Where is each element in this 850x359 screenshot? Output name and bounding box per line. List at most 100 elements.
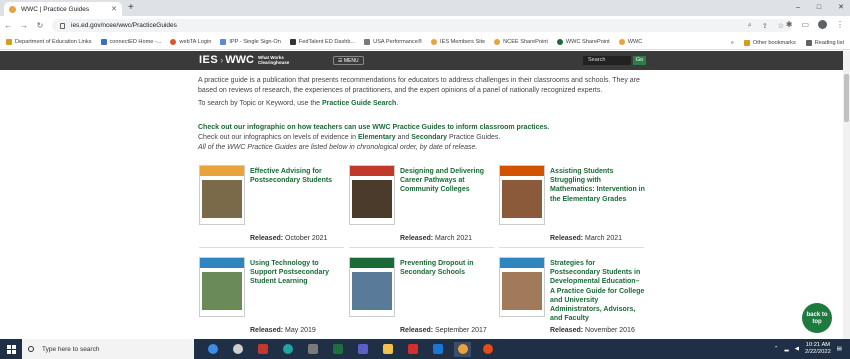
bookmark-item[interactable]: webTA Login xyxy=(170,39,211,45)
reload-icon[interactable]: ↻ xyxy=(32,21,48,30)
bookmarks-overflow-icon[interactable]: » xyxy=(731,40,734,46)
reading-list-label: Reading list xyxy=(814,39,844,46)
forward-icon[interactable]: → xyxy=(16,21,32,30)
volume-icon[interactable]: ◀ xyxy=(795,346,799,352)
share-icon[interactable]: ⇪ xyxy=(762,22,768,30)
bookmark-label: FedTalent ED Dashb... xyxy=(298,39,356,45)
close-window-button[interactable]: ✕ xyxy=(838,2,844,14)
released-label: Released: xyxy=(400,235,434,242)
clock[interactable]: 10:21 AM 2/22/2022 xyxy=(805,342,831,356)
notifications-icon[interactable]: ▤ xyxy=(837,346,842,352)
bookmark-label: WWC SharePoint xyxy=(565,39,610,45)
guide-title-link[interactable]: Preventing Dropout in Secondary Schools xyxy=(400,259,495,277)
guide-title-link[interactable]: Assisting Students Struggling with Mathe… xyxy=(550,167,645,204)
calculator-icon[interactable] xyxy=(304,342,321,357)
infographic-link[interactable]: Check out our infographic on how teacher… xyxy=(198,124,549,131)
guide-release: Released: September 2017 xyxy=(400,327,487,334)
guide-cover-image[interactable] xyxy=(499,257,545,317)
bookmark-item[interactable]: IPP - Single Sign-On xyxy=(220,39,281,45)
reading-list[interactable]: Reading list xyxy=(805,39,844,46)
released-label: Released: xyxy=(550,327,584,334)
bookmark-item[interactable]: WWC xyxy=(618,39,643,45)
zoom-icon[interactable]: ⌕ xyxy=(748,22,752,30)
bookmark-item[interactable]: connectED Home -... xyxy=(100,39,161,45)
search-icon xyxy=(28,346,34,352)
chronological-note: All of the WWC Practice Guides are liste… xyxy=(198,143,478,151)
release-date: May 2019 xyxy=(285,327,316,334)
bookmark-item[interactable]: Department of Education Links xyxy=(6,39,92,45)
bookmark-star-icon[interactable]: ☆ xyxy=(778,22,784,30)
tab-strip: WWC | Practice Guides ✕ + – □ ✕ xyxy=(0,0,850,16)
folder-icon[interactable] xyxy=(379,342,396,357)
bookmark-item[interactable]: NCEE SharePoint xyxy=(494,39,548,45)
guide-cover-image[interactable] xyxy=(199,165,245,225)
guide-title-link[interactable]: Strategies for Postsecondary Students in… xyxy=(550,259,645,323)
guide-title-link[interactable]: Designing and Delivering Career Pathways… xyxy=(400,167,495,195)
guide-release: Released: March 2021 xyxy=(400,235,472,242)
practice-guide-search-link[interactable]: Practice Guide Search xyxy=(322,100,396,107)
bookmark-item[interactable]: IES Members Site xyxy=(431,39,485,45)
ies-wwc-logo[interactable]: IES › WWC What Works Clearinghouse xyxy=(199,54,296,66)
scrollbar-thumb[interactable] xyxy=(844,74,849,122)
chrome-icon[interactable] xyxy=(454,341,471,357)
guide-cover-image[interactable] xyxy=(199,257,245,317)
menu-dots-icon[interactable]: ⋮ xyxy=(836,20,844,29)
edge-new-icon[interactable] xyxy=(279,342,296,357)
guide-title-link[interactable]: Effective Advising for Postsecondary Stu… xyxy=(250,167,345,185)
guide-cover-image[interactable] xyxy=(349,257,395,317)
release-date: September 2017 xyxy=(435,327,487,334)
app-icon[interactable] xyxy=(479,342,496,357)
excel-icon[interactable] xyxy=(329,342,346,357)
guide-release: Released: October 2021 xyxy=(250,235,327,242)
released-label: Released: xyxy=(550,235,584,242)
browser-tab[interactable]: WWC | Practice Guides ✕ xyxy=(4,2,122,16)
levels-text-mid: and xyxy=(395,134,412,141)
teams-icon[interactable] xyxy=(354,342,371,357)
elementary-link[interactable]: Elementary xyxy=(358,134,396,141)
guide-cover-image[interactable] xyxy=(349,165,395,225)
guide-cover-image[interactable] xyxy=(499,165,545,225)
search-text-end: . xyxy=(396,100,399,107)
bookmark-item[interactable]: WWC SharePoint xyxy=(556,39,610,45)
taskbar-search-input[interactable]: Type here to search xyxy=(22,339,194,359)
other-bookmarks[interactable]: Other bookmarks xyxy=(743,39,796,46)
start-button[interactable] xyxy=(0,339,22,359)
bookmark-label: WWC xyxy=(627,39,643,45)
reading-list-icon xyxy=(805,39,812,46)
calendar-icon[interactable] xyxy=(254,342,271,357)
network-icon[interactable]: ▂ xyxy=(785,346,789,352)
site-search-input[interactable]: Search xyxy=(583,56,631,65)
outlook-icon[interactable] xyxy=(429,342,446,357)
back-icon[interactable]: ← xyxy=(0,21,16,30)
reading-list-side-icon[interactable]: ▭ xyxy=(801,20,809,29)
new-tab-button[interactable]: + xyxy=(128,2,134,14)
bookmarks-bar: Department of Education Links connectED … xyxy=(0,35,850,50)
secondary-link[interactable]: Secondary xyxy=(411,134,447,141)
maximize-button[interactable]: □ xyxy=(817,2,821,14)
tab-close-icon[interactable]: ✕ xyxy=(111,5,117,13)
bookmark-label: NCEE SharePoint xyxy=(503,39,548,45)
levels-text: Check out our infographics on levels of … xyxy=(198,134,358,141)
address-bar[interactable]: ies.ed.gov/ncee/wwc/PracticeGuides ⌕ ⇪ ☆ xyxy=(52,19,792,32)
bookmark-item[interactable]: USA Performance® xyxy=(364,39,422,45)
menu-button[interactable]: ☰ MENU xyxy=(333,56,364,65)
minimize-button[interactable]: – xyxy=(796,2,800,14)
lock-icon[interactable] xyxy=(60,22,65,29)
acrobat-icon[interactable] xyxy=(404,342,421,357)
edge-icon[interactable] xyxy=(204,342,221,357)
search-go-button[interactable]: Go xyxy=(633,56,646,65)
wwc-favicon-icon xyxy=(9,5,16,13)
taskbar-apps xyxy=(204,341,496,357)
bookmark-item[interactable]: FedTalent ED Dashb... xyxy=(289,39,356,45)
guide-title-link[interactable]: Using Technology to Support Postsecondar… xyxy=(250,259,345,287)
profile-avatar[interactable] xyxy=(818,20,827,29)
back-to-top-button[interactable]: back to top xyxy=(802,303,832,333)
extensions-icon[interactable]: ✱ xyxy=(786,20,793,29)
chrome-alt-icon[interactable] xyxy=(229,342,246,357)
bookmark-favicon-icon xyxy=(618,39,625,45)
site-header: IES › WWC What Works Clearinghouse ☰ MEN… xyxy=(0,51,850,70)
bookmark-folder-icon xyxy=(6,39,12,45)
taskbar-search-placeholder: Type here to search xyxy=(42,345,100,353)
url-text: ies.ed.gov/ncee/wwc/PracticeGuides xyxy=(71,22,177,29)
tray-expand-icon[interactable]: ⌃ xyxy=(774,346,779,352)
